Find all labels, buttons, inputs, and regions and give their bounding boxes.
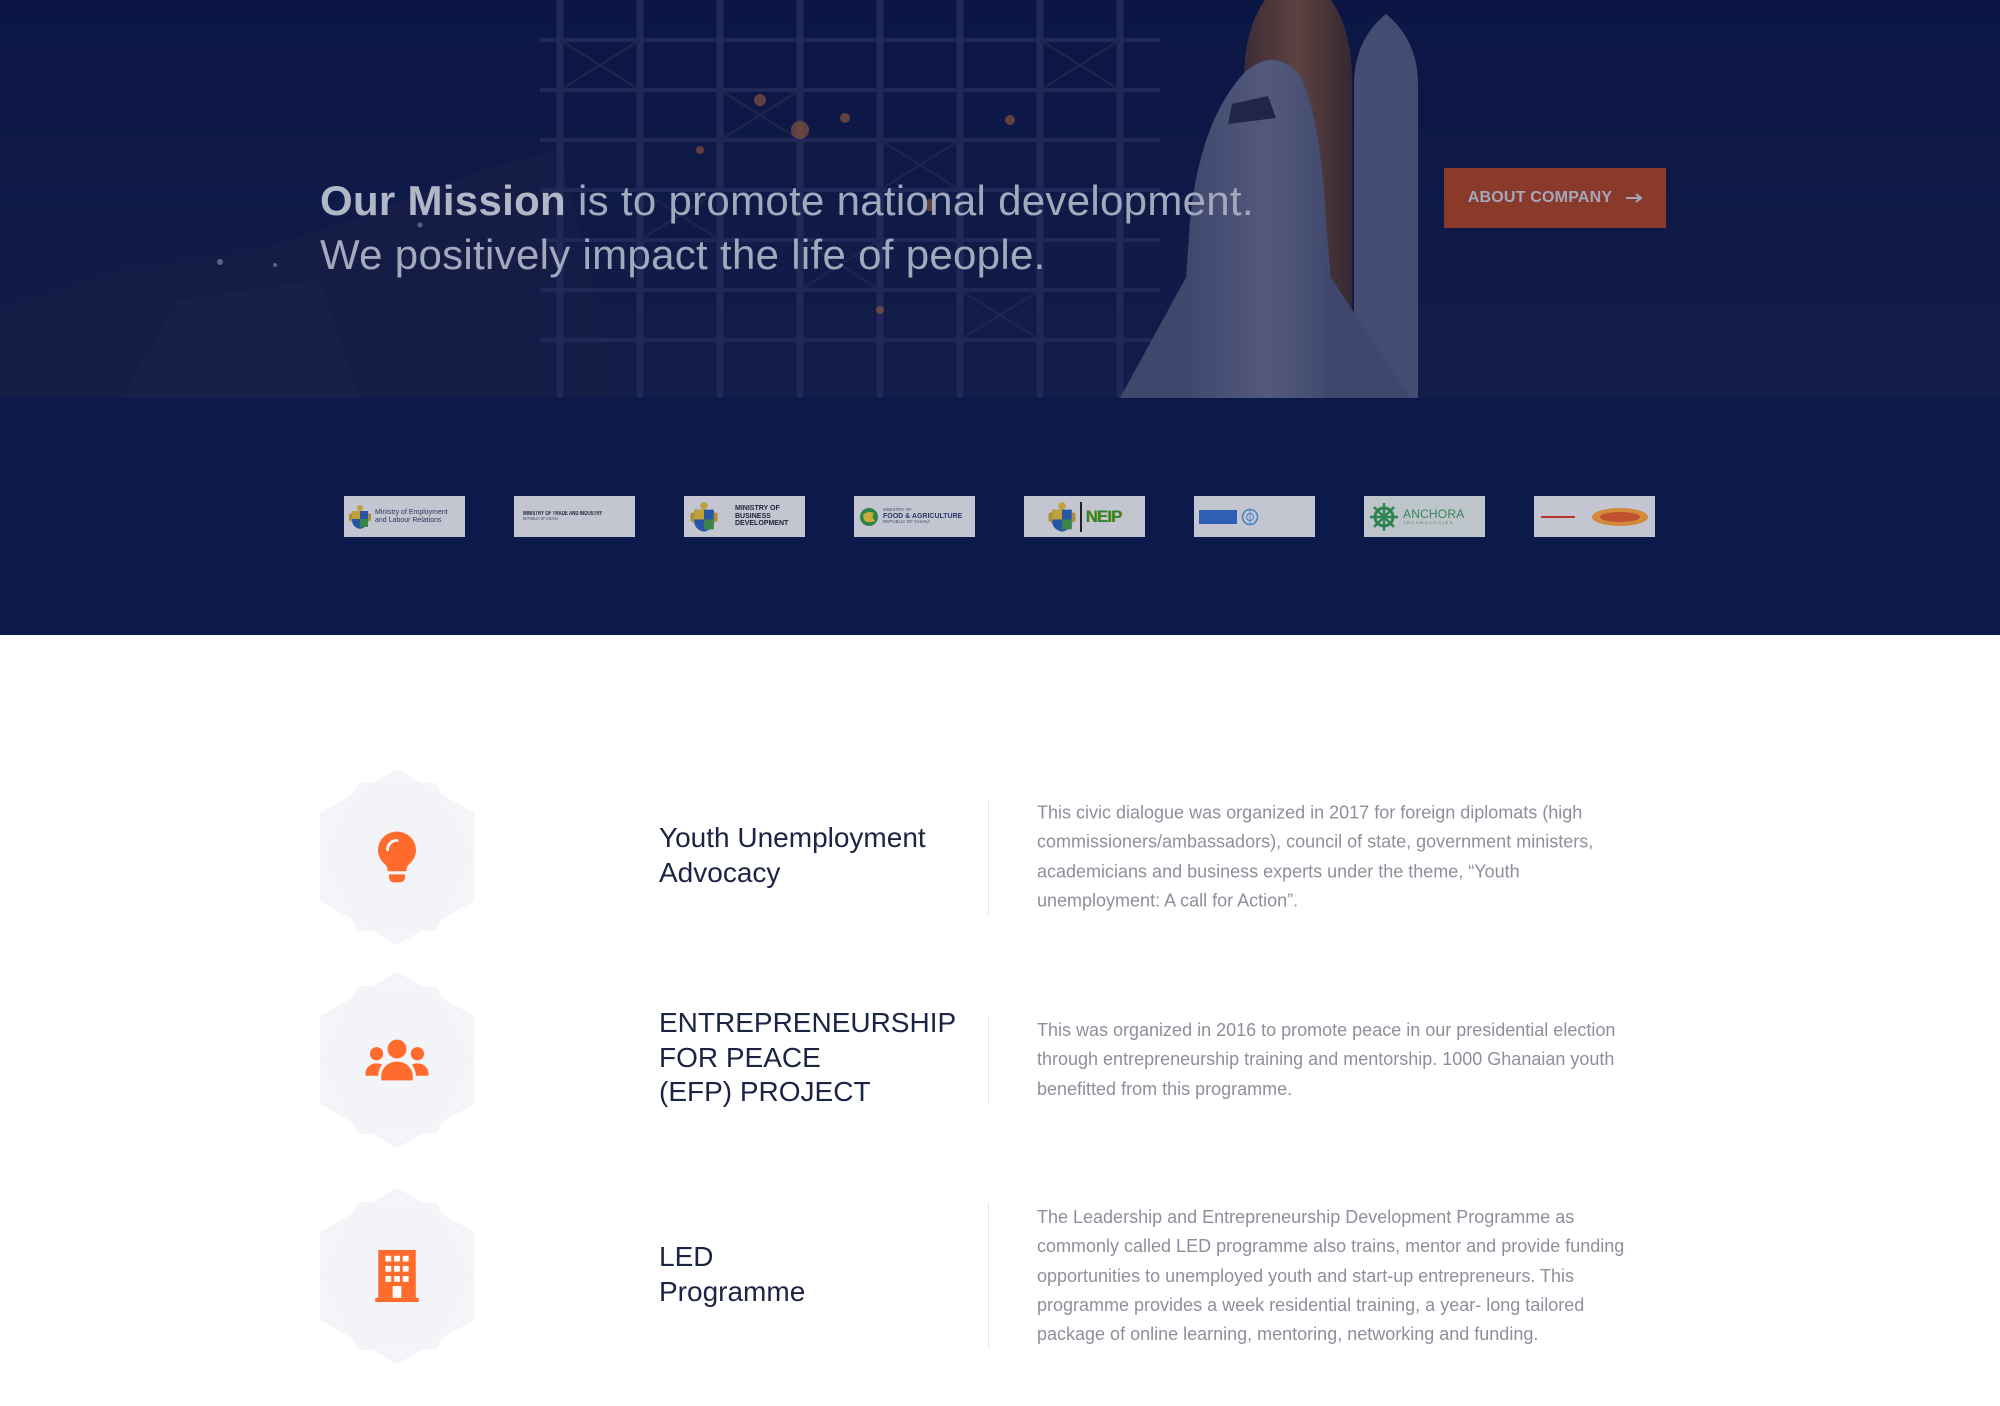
- programme-title-line: Programme: [659, 1275, 806, 1307]
- users-icon: [365, 1039, 429, 1081]
- hexagon-icon-badge: [320, 972, 474, 1148]
- partner-emblem-icon: [1592, 507, 1648, 526]
- mission-text: is to promote national development.: [566, 177, 1254, 224]
- hero-section: Our Mission is to promote national devel…: [0, 0, 2000, 398]
- building-icon: [375, 1250, 419, 1302]
- partners-strip: Ministry of Employment and Labour Relati…: [0, 398, 2000, 635]
- partner-logos: Ministry of Employment and Labour Relati…: [344, 496, 1655, 537]
- lightbulb-icon: [378, 831, 416, 883]
- logo-text: REPUBLIC OF GHANA: [883, 519, 931, 525]
- logo-text: and Labour Relations: [375, 516, 442, 524]
- mission-subline: We positively impact the life of people.: [320, 231, 1046, 278]
- programme-title: Youth Unemployment Advocacy: [659, 821, 969, 890]
- hexagon-icon-badge: [320, 1188, 474, 1364]
- about-company-label: ABOUT COMPANY: [1467, 189, 1613, 206]
- programme-row-entrepreneurship-for-peace: ENTREPRENEURSHIP FOR PEACE (EFP) PROJECT…: [0, 972, 2000, 1148]
- logo-text: REPUBLIC OF GHANA: [523, 516, 558, 522]
- logo-text: TECHNOLOGIES: [1403, 519, 1454, 525]
- globe-icon: [860, 507, 878, 526]
- programme-title-line: (EFP) PROJECT: [659, 1076, 871, 1108]
- partner-logo-8: [1534, 496, 1655, 537]
- programme-title-line: Youth Unemployment: [659, 822, 926, 854]
- un-partner-logo: [1194, 496, 1315, 537]
- programme-title-line: ENTREPRENEURSHIP: [659, 1007, 957, 1039]
- logo-text: Ministry of Employment: [375, 509, 448, 517]
- logo-text: NEIP: [1085, 506, 1123, 526]
- ministry-of-food-agriculture-logo: MINISTRY OF FOOD & AGRICULTURE REPUBLIC …: [854, 496, 975, 537]
- programme-title-line: FOR PEACE: [659, 1041, 821, 1073]
- programme-title-line: LED: [659, 1241, 714, 1273]
- programme-title: LED Programme: [659, 1240, 969, 1309]
- mission-label: Our Mission: [320, 177, 566, 224]
- logo-text: MINISTRY OF: [735, 505, 780, 513]
- ministry-of-trade-logo: MINISTRY OF TRADE AND INDUSTRY REPUBLIC …: [514, 496, 635, 537]
- coat-of-arms-icon: [1048, 501, 1076, 532]
- programme-row-led-programme: LED Programme The Leadership and Entrepr…: [0, 1188, 2000, 1364]
- neip-logo: NEIP: [1024, 496, 1145, 537]
- ministry-of-employment-logo: Ministry of Employment and Labour Relati…: [344, 496, 465, 537]
- logo-text: DEVELOPMENT: [735, 520, 789, 528]
- ship-wheel-icon: [1370, 502, 1398, 531]
- programme-row-youth-unemployment: Youth Unemployment Advocacy This civic d…: [0, 769, 2000, 945]
- coat-of-arms-icon: [349, 504, 371, 529]
- anchora-technologies-logo: ANCHORA TECHNOLOGIES: [1364, 496, 1485, 537]
- programme-description: This civic dialogue was organized in 201…: [988, 798, 1643, 916]
- hexagon-icon-badge: [320, 769, 474, 945]
- about-company-button[interactable]: ABOUT COMPANY: [1444, 168, 1666, 228]
- ministry-of-business-development-logo: MINISTRY OF BUSINESS DEVELOPMENT: [684, 496, 805, 537]
- programme-description: The Leadership and Entrepreneurship Deve…: [988, 1202, 1643, 1350]
- arrow-right-icon: [1626, 193, 1643, 203]
- programme-title: ENTREPRENEURSHIP FOR PEACE (EFP) PROJECT: [659, 1006, 969, 1109]
- logo-text: BUSINESS: [735, 512, 771, 520]
- logo-text: ANCHORA: [1403, 507, 1465, 522]
- coat-of-arms-icon: [690, 501, 718, 532]
- mission-statement: Our Mission is to promote national devel…: [320, 174, 1254, 282]
- programme-description: This was organized in 2016 to promote pe…: [988, 1016, 1643, 1104]
- programme-title-line: Advocacy: [659, 856, 781, 888]
- united-nations-emblem-icon: [1241, 508, 1259, 525]
